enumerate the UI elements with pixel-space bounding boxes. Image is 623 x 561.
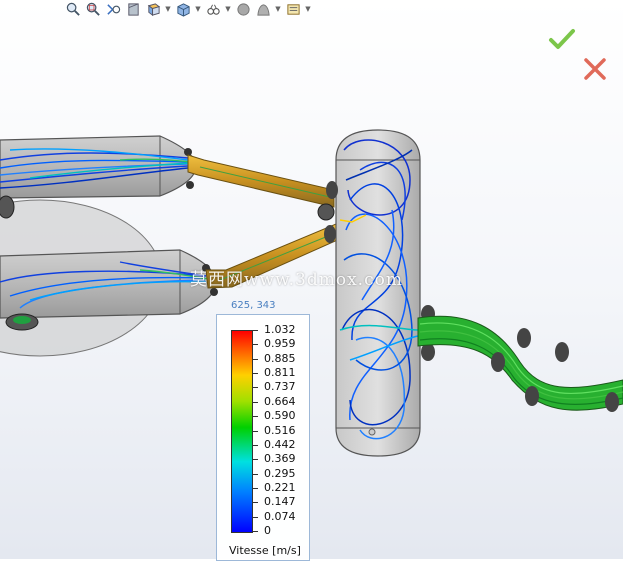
- legend-label: 0.147: [264, 495, 296, 509]
- display-style-icon[interactable]: [174, 1, 192, 17]
- chevron-down-icon[interactable]: ▼: [194, 1, 202, 17]
- legend-tick: [252, 531, 258, 532]
- legend-tick: [252, 416, 258, 418]
- legend-tick: [252, 473, 258, 475]
- chevron-down-icon[interactable]: ▼: [304, 1, 312, 17]
- outlet-pipe: [417, 315, 623, 412]
- legend-tick: [252, 502, 258, 504]
- close-icon: [584, 58, 606, 80]
- edit-appearance-icon[interactable]: [234, 1, 252, 17]
- legend-title: Vitesse [m/s]: [229, 544, 301, 557]
- probe-coordinates: 625, 343: [231, 300, 276, 311]
- view-settings-icon[interactable]: [284, 1, 302, 17]
- zoom-to-fit-icon[interactable]: [64, 1, 82, 17]
- chevron-down-icon[interactable]: ▼: [224, 1, 232, 17]
- legend-label: 0.959: [264, 337, 296, 351]
- legend-tick: [252, 516, 258, 518]
- upper-connecting-pipe: [187, 154, 335, 208]
- legend-tick: [252, 459, 258, 461]
- legend-tick: [252, 387, 258, 389]
- cancel-button[interactable]: [582, 57, 608, 81]
- legend-label: 1.032: [264, 323, 296, 336]
- legend-tick: [252, 373, 258, 375]
- bottom-flange: [5, 313, 39, 331]
- nozzle-flange: [186, 181, 194, 189]
- chevron-down-icon[interactable]: ▼: [164, 1, 172, 17]
- checkmark-icon: [549, 29, 575, 49]
- velocity-legend[interactable]: 1.032 0.959 0.885 0.811 0.737 0.664 0.590 0.516…: [216, 314, 310, 561]
- chevron-down-icon[interactable]: ▼: [274, 1, 282, 17]
- legend-label: 0.516: [264, 423, 296, 437]
- legend-tick: [252, 358, 258, 360]
- color-bar: [231, 330, 253, 533]
- legend-tick: [252, 401, 258, 403]
- legend-label: 0.295: [264, 466, 296, 480]
- hide-show-items-icon[interactable]: [204, 1, 222, 17]
- legend-label: 0.221: [264, 480, 296, 494]
- legend-label: 0.811: [264, 366, 296, 380]
- apply-scene-icon[interactable]: [254, 1, 272, 17]
- legend-label: 0.885: [264, 351, 296, 365]
- watermark-text: 莫西网www.3dmox.com: [190, 270, 403, 290]
- legend-label: 0: [264, 524, 271, 537]
- heads-up-view-toolbar: ▼ ▼ ▼ ▼ ▼: [64, 0, 312, 18]
- ok-button[interactable]: [548, 27, 576, 51]
- legend-tick: [252, 344, 258, 346]
- legend-label: 0.369: [264, 452, 296, 466]
- legend-tick: [252, 444, 258, 446]
- view-orientation-icon[interactable]: [144, 1, 162, 17]
- previous-view-icon[interactable]: [104, 1, 122, 17]
- upper-tank: [0, 135, 197, 199]
- legend-tick: [252, 430, 258, 432]
- legend-label: 0.737: [264, 380, 296, 394]
- lower-tank: [0, 249, 218, 319]
- legend-label: 0.590: [264, 409, 296, 423]
- legend-label: 0.074: [264, 509, 296, 523]
- legend-label: 0.442: [264, 437, 296, 451]
- section-view-icon[interactable]: [124, 1, 142, 17]
- vertical-tank: [335, 129, 421, 457]
- side-flange: [0, 195, 15, 219]
- legend-label: 0.664: [264, 394, 296, 408]
- zoom-to-area-icon[interactable]: [84, 1, 102, 17]
- legend-tick: [252, 330, 258, 331]
- legend-tick: [252, 487, 258, 489]
